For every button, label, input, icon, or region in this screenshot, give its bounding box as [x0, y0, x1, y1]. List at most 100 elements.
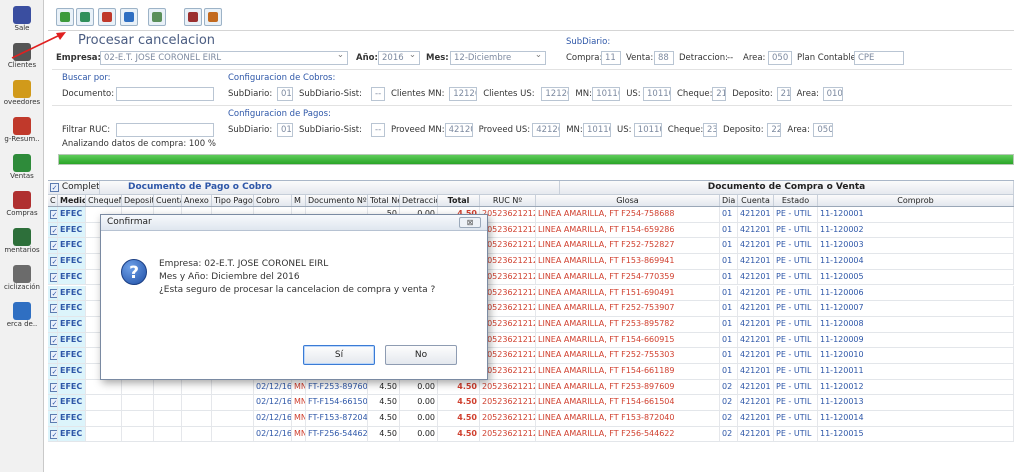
anio-select[interactable]: 2016 — [378, 51, 420, 65]
sidebar-item-cart[interactable]: g-Resum.. — [2, 117, 42, 143]
column-header-m[interactable]: M — [292, 195, 306, 206]
sidebar-item-purchases[interactable]: Compras — [2, 191, 42, 217]
no-button[interactable]: No — [385, 345, 457, 365]
column-header-neto[interactable]: Total Neto — [368, 195, 400, 206]
cell-glosa: LINEA AMARILLA, FT F151-690491 — [536, 285, 720, 301]
row-checkbox[interactable]: ✓ — [50, 382, 57, 392]
column-header-doc[interactable]: Documento Nº — [306, 195, 368, 206]
column-header-ruc[interactable]: RUC Nº — [480, 195, 536, 206]
cell-medio: EFEC — [58, 364, 86, 379]
row-checkbox[interactable]: ✓ — [50, 351, 57, 361]
column-header-comprob[interactable]: Comprob — [818, 195, 1014, 206]
cell-dia: 02 — [720, 395, 738, 411]
column-header-c[interactable]: C — [48, 195, 58, 206]
row-checkbox[interactable]: ✓ — [50, 335, 57, 345]
row-checkbox[interactable]: ✓ — [50, 398, 57, 408]
toolbar-button-7[interactable] — [204, 8, 222, 26]
table-row[interactable]: ✓ EFEC 02/12/16 MN FT-F154-661504 4.50 0.00 4.5… — [48, 395, 1014, 412]
sidebar-item-supplier[interactable]: oveedores — [2, 80, 42, 106]
cell-glosa: LINEA AMARILLA, FT F252-752827 — [536, 238, 720, 254]
documento-input[interactable] — [116, 87, 214, 101]
column-header-medio[interactable]: Medio — [58, 195, 86, 206]
row-checkbox[interactable]: ✓ — [50, 414, 57, 424]
cell-deposito — [122, 379, 154, 395]
cell-medio: EFEC — [58, 426, 86, 442]
row-checkbox[interactable]: ✓ — [50, 241, 57, 251]
pagos-cheque-field[interactable]: 23 — [703, 123, 717, 137]
column-header-cuenta1[interactable]: Cuenta — [154, 195, 182, 206]
row-checkbox[interactable]: ✓ — [50, 225, 57, 235]
cobros-us-field[interactable]: 101102 — [643, 87, 671, 101]
yes-button[interactable]: Sí — [303, 345, 375, 365]
column-header-detr[interactable]: Detraccion — [400, 195, 438, 206]
plan-contable-field[interactable]: CPE — [854, 51, 904, 65]
toolbar-button-4[interactable] — [120, 8, 138, 26]
compra-field[interactable]: 11 — [601, 51, 621, 65]
column-header-cobro[interactable]: Cobro — [254, 195, 292, 206]
compra-label: Compra: — [566, 53, 603, 63]
cobros-area-field[interactable]: 010 — [822, 87, 843, 101]
filtrar-ruc-input[interactable] — [116, 123, 214, 137]
cart-icon — [13, 117, 31, 135]
sidebar-item-grid[interactable]: ciclización — [2, 265, 42, 291]
cobros-deposito-field[interactable]: 21 — [776, 87, 791, 101]
row-checkbox[interactable]: ✓ — [50, 304, 57, 314]
row-checkbox[interactable]: ✓ — [50, 367, 57, 376]
table-row[interactable]: ✓ EFEC 02/12/16 MN FT-F253-897609 4.50 0.00 4.5… — [48, 379, 1014, 396]
cell-doc: FT-F253-897609 — [306, 379, 368, 395]
completar-checkbox[interactable]: ✓ — [50, 183, 59, 192]
completar-header[interactable]: ✓ Completar — [48, 181, 100, 194]
cell-medio: EFEC — [58, 379, 86, 395]
toolbar-button-6[interactable] — [184, 8, 202, 26]
pagos-deposito-field[interactable]: 22 — [767, 123, 782, 137]
cell-ruc: 20523621212 — [480, 301, 536, 316]
cell-dia: 01 — [720, 222, 738, 238]
cobros-subdiario-field[interactable]: 01 — [277, 87, 293, 101]
mes-label: Mes: — [426, 53, 449, 63]
table-row[interactable]: ✓ EFEC 02/12/16 MN FT-F256-544622 4.50 0.00 4.5… — [48, 426, 1014, 443]
close-icon[interactable]: ⊠ — [459, 217, 481, 228]
pagos-subdiario-sist-field[interactable]: -- — [371, 123, 385, 137]
column-header-glosa[interactable]: Glosa — [536, 195, 720, 206]
row-checkbox[interactable]: ✓ — [50, 210, 57, 219]
row-checkbox[interactable]: ✓ — [50, 257, 57, 267]
cobros-mn-field[interactable]: 101101 — [592, 87, 621, 101]
row-checkbox[interactable]: ✓ — [50, 288, 57, 298]
cell-glosa: LINEA AMARILLA, FT F153-872040 — [536, 411, 720, 426]
venta-field[interactable]: 88 — [654, 51, 674, 65]
cell-glosa: LINEA AMARILLA, FT F154-660915 — [536, 332, 720, 348]
area-field[interactable]: 050 — [768, 51, 792, 65]
column-header-total[interactable]: Total — [438, 195, 480, 206]
empresa-select[interactable]: 02-E.T. JOSE CORONEL EIRL — [100, 51, 348, 65]
row-checkbox[interactable]: ✓ — [50, 272, 57, 282]
row-checkbox[interactable]: ✓ — [50, 429, 57, 439]
column-header-deposito[interactable]: Deposito — [122, 195, 154, 206]
column-header-estado[interactable]: Estado — [774, 195, 818, 206]
pagos-area-field[interactable]: 050 — [813, 123, 834, 137]
cobros-clientes-us-field[interactable]: 121202 — [541, 87, 570, 101]
pagos-mn-field[interactable]: 101101 — [583, 123, 611, 137]
table-row[interactable]: ✓ EFEC 02/12/16 MN FT-F153-872040 4.50 0.00 4.5… — [48, 411, 1014, 427]
cell-dia: 01 — [720, 348, 738, 363]
sales-icon — [13, 154, 31, 172]
sidebar-item-journal[interactable]: mentarios — [2, 228, 42, 254]
cell-ruc: 20523621212 — [480, 348, 536, 363]
toolbar-button-5[interactable] — [148, 8, 166, 26]
cobros-cheque-field[interactable]: 21 — [712, 87, 727, 101]
pagos-us-field[interactable]: 101102 — [633, 123, 662, 137]
cobros-deposito-label: Deposito: — [732, 89, 773, 99]
column-header-anexo[interactable]: Anexo — [182, 195, 212, 206]
sidebar-item-sales[interactable]: Ventas — [2, 154, 42, 180]
pagos-subdiario-field[interactable]: 01 — [277, 123, 293, 137]
column-header-cuenta[interactable]: Cuenta — [738, 195, 774, 206]
cobros-clientes-mn-field[interactable]: 121201 — [449, 87, 478, 101]
pagos-proveed-mn-field[interactable]: 421201 — [444, 123, 473, 137]
sidebar-item-help[interactable]: erca de.. — [2, 302, 42, 328]
pagos-proveed-us-field[interactable]: 421202 — [532, 123, 561, 137]
row-checkbox[interactable]: ✓ — [50, 319, 57, 329]
column-header-dia[interactable]: Dia — [720, 195, 738, 206]
cobros-subdiario-sist-field[interactable]: -- — [371, 87, 385, 101]
column-header-cheque[interactable]: ChequeN — [86, 195, 122, 206]
mes-select[interactable]: 12-Diciembre — [450, 51, 546, 65]
column-header-tipo[interactable]: Tipo Pago — [212, 195, 254, 206]
